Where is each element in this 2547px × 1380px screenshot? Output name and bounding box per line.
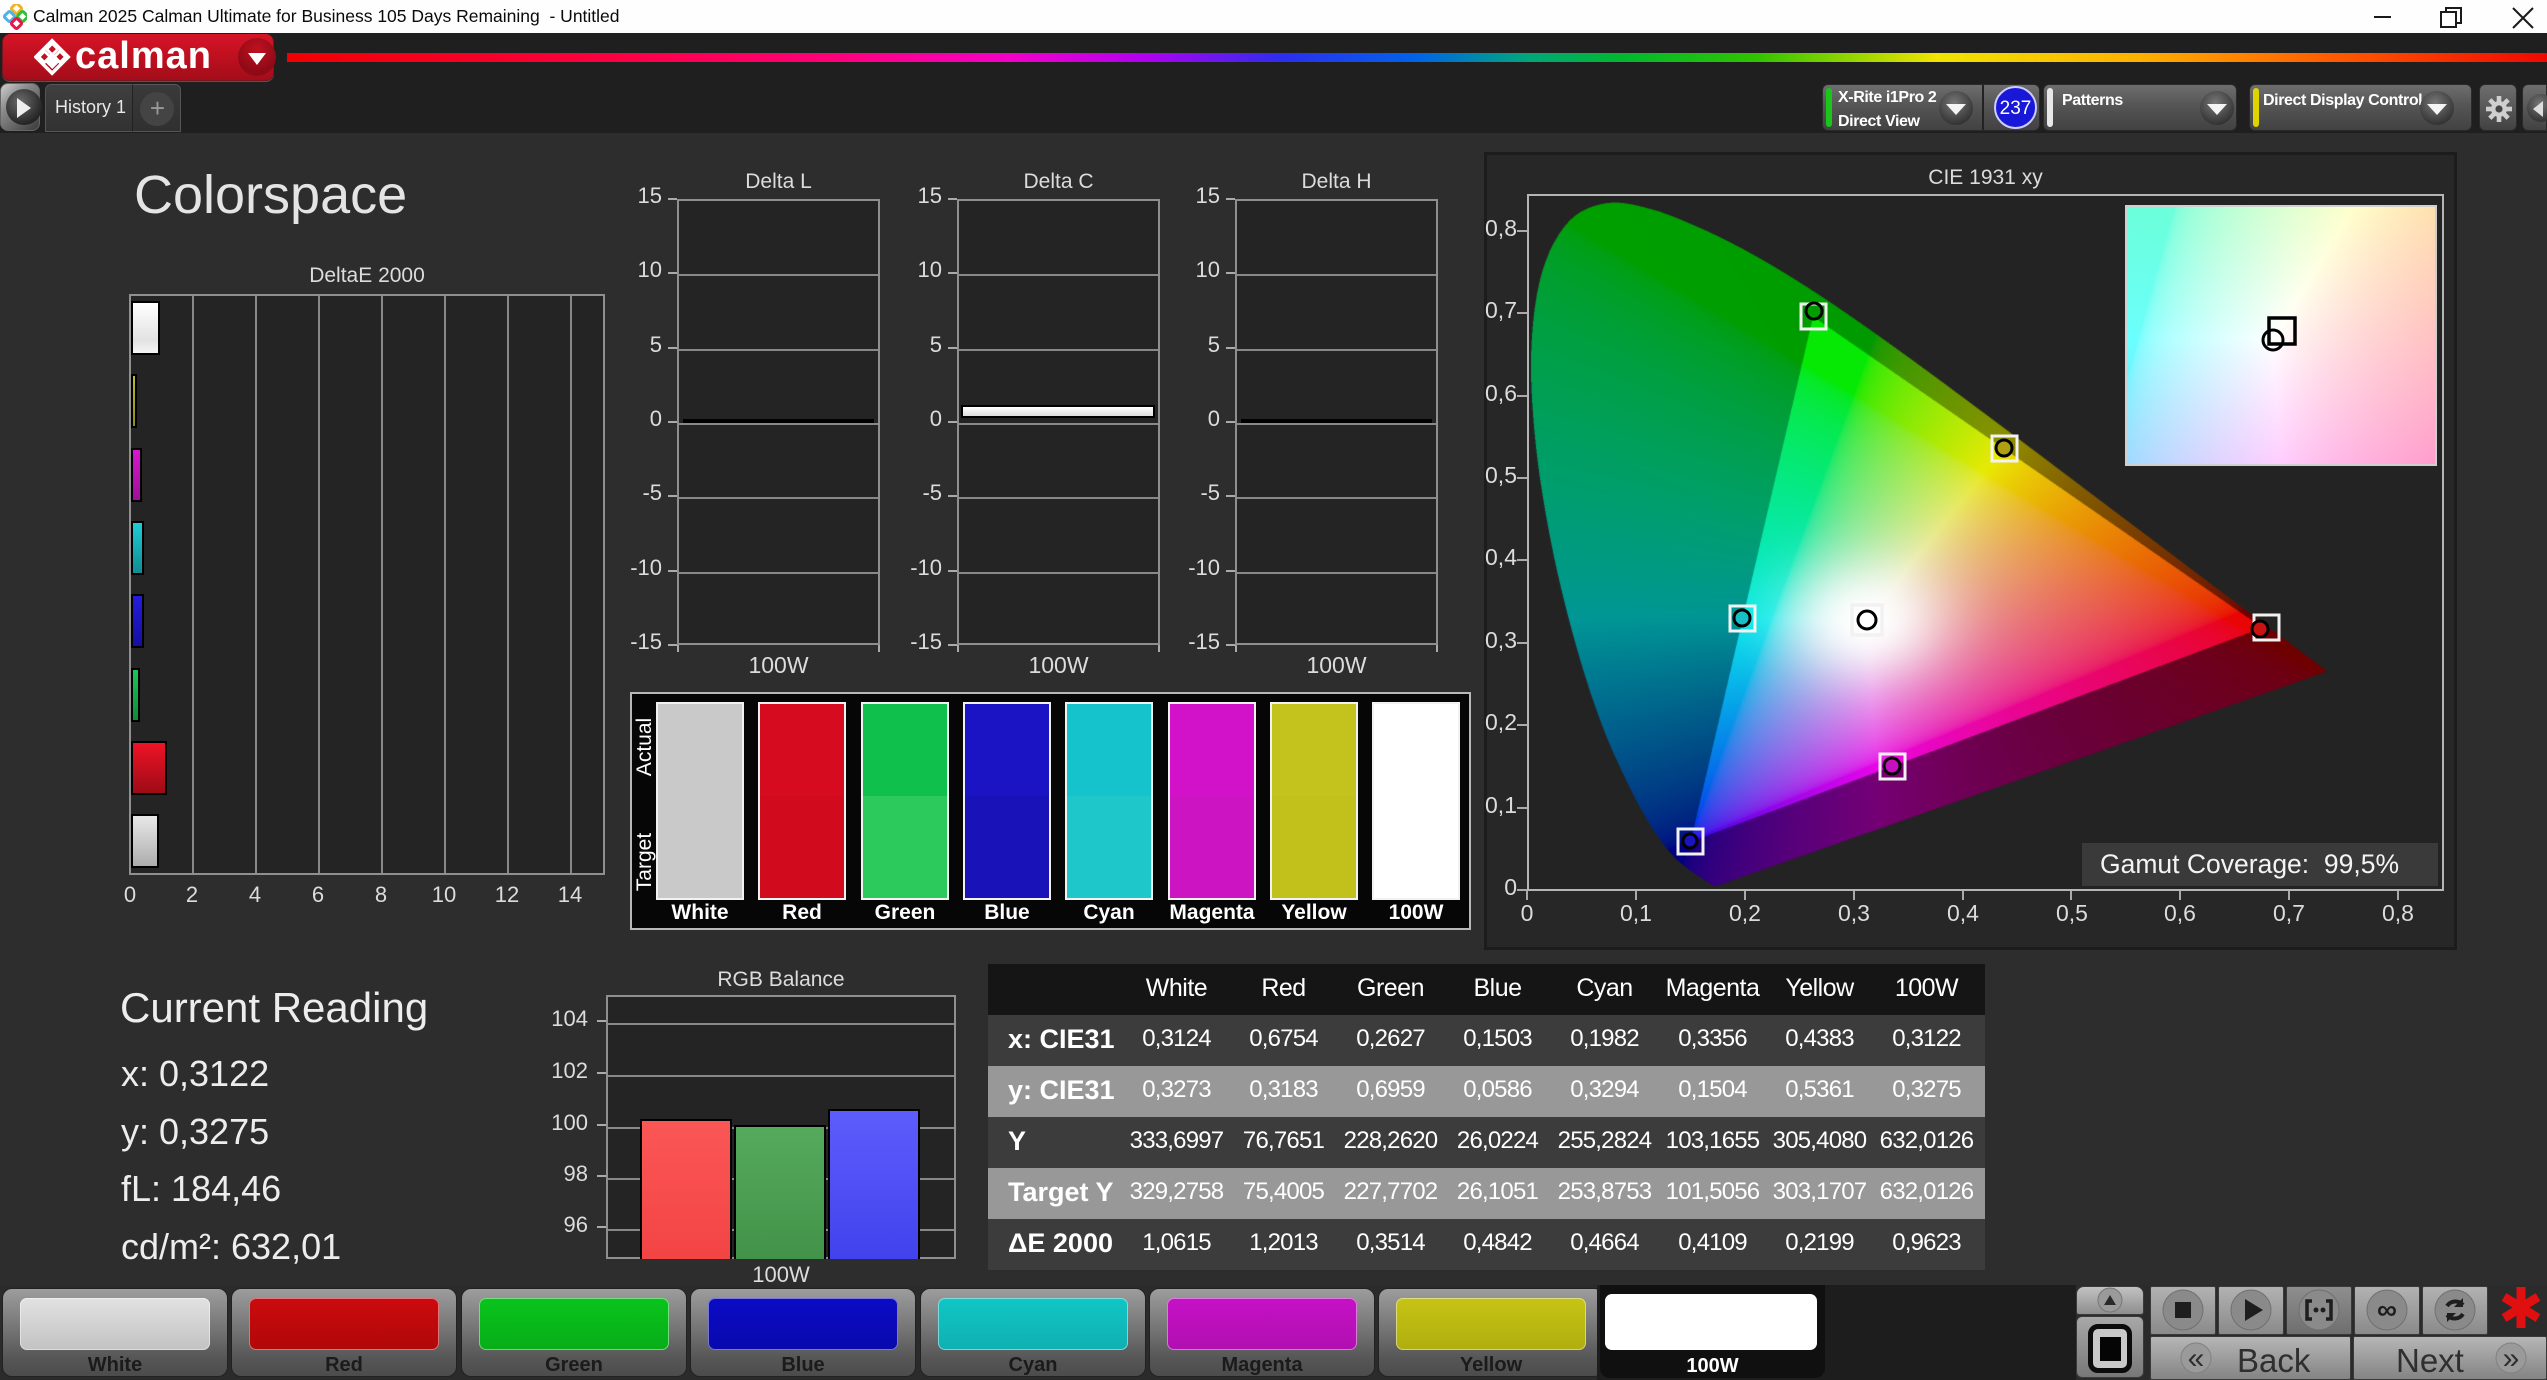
svg-text:∞: ∞ <box>2377 1294 2397 1325</box>
svg-text:»: » <box>2503 1342 2520 1375</box>
svg-text:«: « <box>2188 1342 2205 1375</box>
